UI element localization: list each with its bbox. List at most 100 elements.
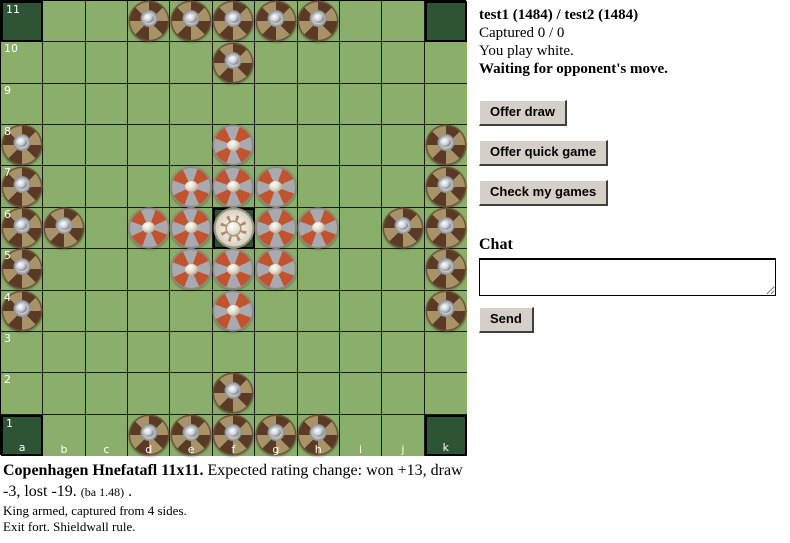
board-square-e10[interactable] xyxy=(170,42,213,84)
board-square-d4[interactable] xyxy=(128,290,171,332)
board-square-j3[interactable] xyxy=(382,331,425,374)
board-square-b1[interactable]: b xyxy=(43,414,86,456)
attacker-piece-h1[interactable] xyxy=(297,414,339,456)
board-square-c1[interactable]: c xyxy=(85,414,129,456)
board-square-h5[interactable] xyxy=(297,249,340,291)
attacker-piece-k6[interactable] xyxy=(425,207,467,249)
defender-piece-f5[interactable] xyxy=(212,248,254,290)
defender-piece-e6[interactable] xyxy=(170,207,212,249)
board-square-e7[interactable] xyxy=(170,166,213,208)
board-square-f9[interactable] xyxy=(212,83,256,126)
board-square-b11[interactable] xyxy=(43,1,86,43)
board-square-c5[interactable] xyxy=(85,249,129,291)
board-square-h11[interactable] xyxy=(297,0,340,43)
board-square-c11[interactable] xyxy=(85,1,129,43)
defender-piece-e7[interactable] xyxy=(170,166,212,208)
board-square-j1[interactable]: j xyxy=(382,414,425,456)
board-square-j8[interactable] xyxy=(382,125,425,167)
board-square-f10[interactable] xyxy=(212,42,256,84)
board-square-j4[interactable] xyxy=(382,290,425,332)
send-chat-button[interactable]: Send xyxy=(479,307,534,333)
offer-draw-button[interactable]: Offer draw xyxy=(479,100,568,126)
board-square-f3[interactable] xyxy=(212,331,256,374)
attacker-piece-h11[interactable] xyxy=(297,0,339,42)
board-square-a11[interactable]: 11 xyxy=(1,1,44,43)
board-square-d7[interactable] xyxy=(128,166,171,208)
board-square-h3[interactable] xyxy=(297,331,340,374)
board-square-b5[interactable] xyxy=(43,249,86,291)
board-square-h2[interactable] xyxy=(297,373,340,415)
attacker-piece-d11[interactable] xyxy=(128,0,170,42)
board-square-g8[interactable] xyxy=(255,125,298,167)
board-square-h1[interactable]: h xyxy=(297,414,340,456)
attacker-piece-e11[interactable] xyxy=(170,0,212,42)
board-square-g5[interactable] xyxy=(255,248,298,291)
board-square-e11[interactable] xyxy=(170,0,213,43)
attacker-piece-k4[interactable] xyxy=(425,290,467,332)
defender-piece-f8[interactable] xyxy=(212,124,254,166)
board-square-b8[interactable] xyxy=(43,125,86,167)
defender-piece-g6[interactable] xyxy=(255,207,297,249)
board-square-g1[interactable]: g xyxy=(255,414,298,456)
board-square-j2[interactable] xyxy=(382,373,425,415)
board-square-b4[interactable] xyxy=(43,290,86,332)
board-square-b9[interactable] xyxy=(43,83,86,126)
board-square-c9[interactable] xyxy=(85,83,129,126)
board-square-g3[interactable] xyxy=(255,331,298,374)
board-square-j9[interactable] xyxy=(382,83,425,126)
attacker-piece-k7[interactable] xyxy=(425,166,467,208)
hnefatafl-board[interactable]: 11 10 9 8 7 6 5 4 3 2 1 a b c d e f g h i j k xyxy=(0,0,467,456)
board-square-d9[interactable] xyxy=(128,83,171,126)
board-square-k4[interactable] xyxy=(424,290,467,332)
board-square-d3[interactable] xyxy=(128,331,171,374)
board-square-k2[interactable] xyxy=(424,373,467,415)
board-square-f7[interactable] xyxy=(212,166,256,208)
board-square-a7[interactable]: 7 xyxy=(1,166,44,208)
board-square-e1[interactable]: e xyxy=(170,414,213,456)
defender-piece-g5[interactable] xyxy=(255,248,297,290)
board-square-b3[interactable] xyxy=(43,331,86,374)
board-square-k5[interactable] xyxy=(424,248,467,291)
attacker-piece-b6[interactable] xyxy=(43,207,85,249)
board-square-a5[interactable]: 5 xyxy=(1,248,44,291)
board-square-a4[interactable]: 4 xyxy=(1,290,44,332)
attacker-piece-a4[interactable] xyxy=(1,290,43,332)
board-square-i6[interactable] xyxy=(339,207,383,250)
offer-quick-game-button[interactable]: Offer quick game xyxy=(479,140,609,166)
board-square-b2[interactable] xyxy=(43,373,86,415)
board-square-e8[interactable] xyxy=(170,125,213,167)
board-square-d10[interactable] xyxy=(128,42,171,84)
board-square-f11[interactable] xyxy=(212,0,256,43)
board-square-e6[interactable] xyxy=(170,207,213,250)
board-square-i3[interactable] xyxy=(339,331,383,374)
board-square-j6[interactable] xyxy=(382,207,425,250)
board-square-a9[interactable]: 9 xyxy=(1,83,44,126)
board-square-a3[interactable]: 3 xyxy=(1,331,44,374)
defender-piece-d6[interactable] xyxy=(128,207,170,249)
board-square-i11[interactable] xyxy=(339,1,383,43)
board-square-a2[interactable]: 2 xyxy=(1,373,44,415)
board-square-j11[interactable] xyxy=(382,1,425,43)
attacker-piece-a7[interactable] xyxy=(1,166,43,208)
board-square-i1[interactable]: i xyxy=(339,414,383,456)
board-square-c8[interactable] xyxy=(85,125,129,167)
board-square-k11[interactable] xyxy=(424,1,467,43)
board-square-g2[interactable] xyxy=(255,373,298,415)
attacker-piece-g11[interactable] xyxy=(255,0,297,42)
board-square-i2[interactable] xyxy=(339,373,383,415)
attacker-piece-f2[interactable] xyxy=(212,372,254,414)
defender-piece-h6[interactable] xyxy=(297,207,339,249)
board-square-k3[interactable] xyxy=(424,331,467,374)
board-square-f4[interactable] xyxy=(212,290,256,332)
board-square-a8[interactable]: 8 xyxy=(1,124,44,167)
board-square-d8[interactable] xyxy=(128,125,171,167)
board-square-e4[interactable] xyxy=(170,290,213,332)
chat-input[interactable] xyxy=(479,258,776,296)
board-square-i5[interactable] xyxy=(339,249,383,291)
board-square-a6[interactable]: 6 xyxy=(1,207,44,250)
board-square-b10[interactable] xyxy=(43,42,86,84)
board-square-g7[interactable] xyxy=(255,166,298,208)
board-square-c10[interactable] xyxy=(85,42,129,84)
board-square-f6[interactable] xyxy=(212,207,256,250)
attacker-piece-e1[interactable] xyxy=(170,414,212,456)
